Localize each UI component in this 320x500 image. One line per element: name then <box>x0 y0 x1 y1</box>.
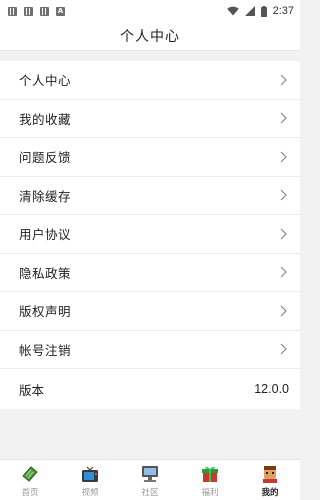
nav-label: 福利 <box>201 488 219 498</box>
chevron-right-icon <box>277 73 289 87</box>
menu-item-label: 清除缓存 <box>19 188 72 204</box>
menu-item-label: 隐私政策 <box>19 265 72 281</box>
menu-item-clear-cache[interactable]: 清除缓存 <box>0 177 300 215</box>
status-system: 2:37 <box>226 5 294 17</box>
chevron-right-icon <box>277 150 289 164</box>
chevron-right-icon <box>277 265 289 279</box>
chevron-right-icon <box>277 304 289 318</box>
menu-item-favorites[interactable]: 我的收藏 <box>0 100 300 138</box>
gift-icon <box>202 466 218 482</box>
nav-item-community[interactable]: 社区 <box>120 460 180 500</box>
chevron-right-icon <box>277 111 289 125</box>
page-title: 个人中心 <box>120 29 180 45</box>
nav-item-video[interactable]: 视频 <box>60 460 120 500</box>
nav-item-home[interactable]: 首页 <box>0 460 60 500</box>
nav-label: 社区 <box>141 488 159 498</box>
profile-icon <box>263 466 277 483</box>
nav-label: 首页 <box>21 488 39 498</box>
menu-item-label: 我的收藏 <box>19 111 72 127</box>
menu-item-label: 帐号注销 <box>19 342 72 358</box>
menu-item-user-agreement[interactable]: 用户协议 <box>0 215 300 254</box>
menu-item-delete-account[interactable]: 帐号注销 <box>0 331 300 369</box>
title-bar: 个人中心 <box>0 22 300 51</box>
chevron-right-icon <box>277 227 289 241</box>
menu-item-feedback[interactable]: 问题反馈 <box>0 138 300 177</box>
notification-icon <box>24 6 33 16</box>
nav-label: 视频 <box>81 488 99 498</box>
menu-item-label: 问题反馈 <box>19 150 72 166</box>
a-icon: A <box>56 6 65 16</box>
screen: A 2:37 个人中心 个人中心 我的收藏 问题反馈 清除缓存 用户协议 隐私政… <box>0 0 300 500</box>
menu-item-label: 用户协议 <box>19 227 72 243</box>
chevron-right-icon <box>277 188 289 202</box>
battery-icon <box>260 5 267 17</box>
version-label: 版本 <box>19 382 45 398</box>
nav-item-mine[interactable]: 我的 <box>240 460 300 500</box>
bottom-nav: 首页 视频 社区 福利 我的 <box>0 459 300 500</box>
chevron-right-icon <box>277 342 289 356</box>
menu-item-label: 版权声明 <box>19 304 72 320</box>
version-row: 版本 12.0.0 <box>0 369 300 409</box>
community-icon <box>142 466 158 482</box>
settings-menu: 个人中心 我的收藏 问题反馈 清除缓存 用户协议 隐私政策 版权声明 帐号注销 <box>0 61 300 409</box>
nav-item-welfare[interactable]: 福利 <box>180 460 240 500</box>
menu-item-profile[interactable]: 个人中心 <box>0 61 300 100</box>
notification-icon <box>40 6 49 16</box>
menu-item-label: 个人中心 <box>19 73 72 89</box>
status-time: 2:37 <box>272 5 294 17</box>
menu-item-copyright[interactable]: 版权声明 <box>0 292 300 331</box>
signal-icon <box>244 6 255 16</box>
notification-icon <box>8 6 17 16</box>
status-notifications: A <box>8 6 65 16</box>
status-bar: A 2:37 <box>0 0 300 22</box>
tv-icon <box>82 466 98 482</box>
version-value: 12.0.0 <box>254 382 289 396</box>
home-icon <box>22 466 38 482</box>
menu-item-privacy-policy[interactable]: 隐私政策 <box>0 254 300 292</box>
wifi-icon <box>226 6 239 16</box>
nav-label: 我的 <box>261 488 279 498</box>
